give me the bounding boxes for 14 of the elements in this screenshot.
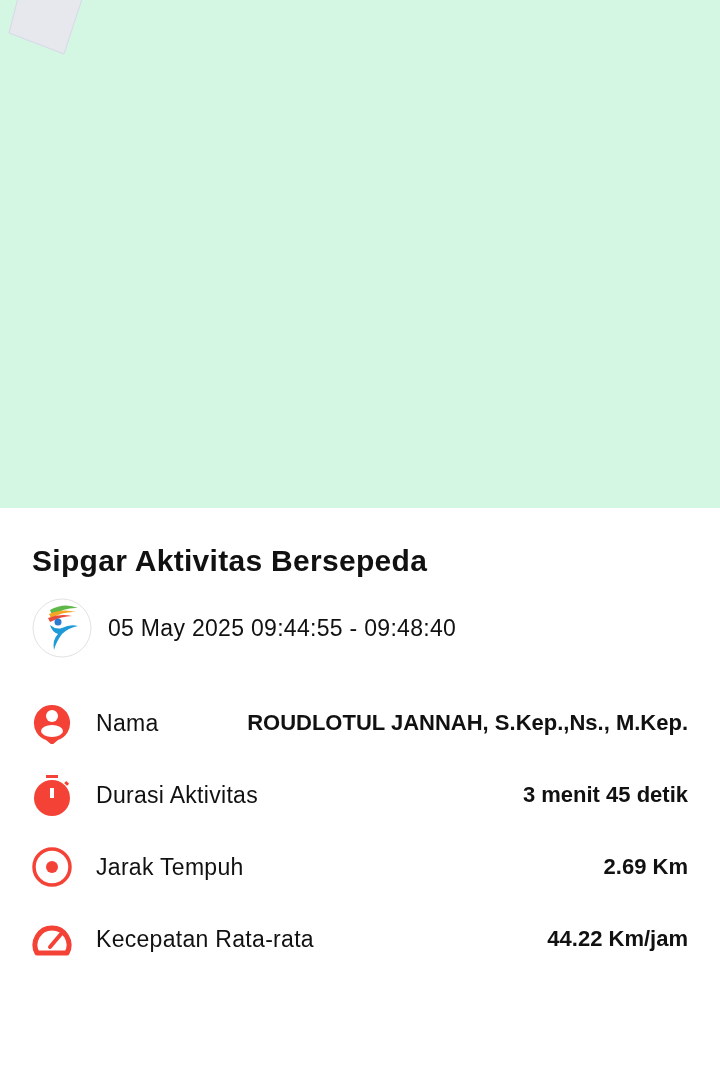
stat-label: Kecepatan Rata-rata [96, 925, 314, 953]
activity-title: Sipgar Aktivitas Bersepeda [32, 544, 429, 578]
stopwatch-icon [32, 774, 72, 816]
logo-icon [32, 598, 92, 658]
stat-label: Nama [96, 709, 159, 737]
stat-label: Jarak Tempuh [96, 853, 244, 881]
target-icon [32, 846, 72, 888]
person-pin-icon [32, 702, 72, 744]
stat-label: Durasi Aktivitas [96, 781, 258, 809]
stat-value: ROUDLOTUL JANNAH, S.Kep.,Ns., M.Kep. [247, 710, 688, 736]
stat-value: 44.22 Km/jam [547, 926, 688, 952]
time-range: 05 May 2025 09:44:55 - 09:48:40 [108, 614, 457, 642]
stat-value: 2.69 Km [603, 854, 688, 880]
stat-value: 3 menit 45 detik [522, 782, 688, 808]
